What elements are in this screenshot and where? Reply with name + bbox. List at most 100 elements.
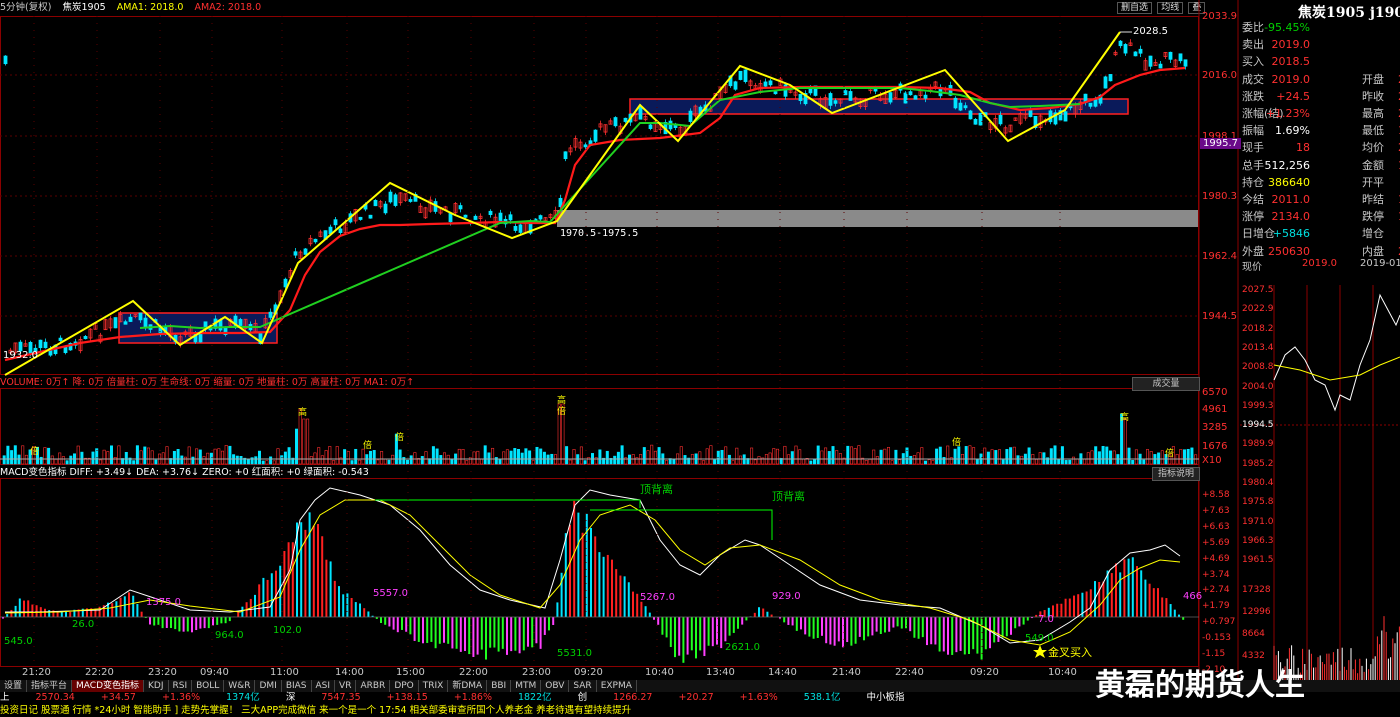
volume-bar (1101, 446, 1105, 465)
volume-bar (380, 451, 384, 465)
news-text[interactable]: 投资日记 股票通 行情 *24小时 智能助手 ] 走势先掌握！ 三大APP完成微… (0, 705, 631, 716)
macd-area-label: 5531.0 (557, 648, 592, 659)
tab-indicator[interactable]: 新DMA (448, 680, 488, 692)
tab-indicator[interactable]: EXPMA (597, 680, 637, 692)
double-volume-tag-4: 倍 (395, 433, 405, 443)
volume-bar (372, 450, 376, 465)
candle-body (1158, 63, 1163, 69)
divergence-line-2 (590, 509, 773, 540)
candle-body (1148, 55, 1153, 67)
volume-button[interactable]: 成交量 (1132, 377, 1200, 391)
macd-axis-label: +8.58 (1202, 490, 1230, 500)
candle-body (358, 216, 363, 220)
tab-indicator[interactable]: TRIX (419, 680, 449, 692)
tab-indicator[interactable]: RSI (169, 680, 193, 692)
volume-bar (798, 449, 802, 465)
candle-body (283, 278, 288, 288)
volume-bar (357, 459, 361, 465)
candle-body (613, 117, 618, 127)
candle-body (458, 205, 463, 210)
double-volume-tag-6: 倍 (1165, 449, 1175, 459)
candle-body (313, 238, 318, 243)
price-axis-5: 1944.5 (1202, 311, 1237, 322)
volume-bar (376, 459, 380, 465)
quote-value: 2019.0 (1271, 72, 1311, 86)
volume-bar (1035, 459, 1039, 465)
mini-avg-line (1273, 356, 1400, 381)
tab-indicator[interactable]: ARBR (356, 680, 391, 692)
candle-body (473, 215, 478, 220)
quote-value: 18 (1296, 141, 1310, 155)
volume-bar (143, 446, 147, 465)
volume-bar (679, 446, 683, 465)
volume-bar (964, 446, 968, 465)
candle-body (623, 117, 628, 122)
volume-bar (180, 455, 184, 465)
gap-annotation: 1970.5-1975.5 (560, 228, 639, 239)
quote-value: 2018.5 (1271, 55, 1311, 69)
quote-value: 2019.0 (1271, 38, 1311, 52)
volume-bar (502, 451, 506, 465)
volume-bar (494, 457, 498, 465)
candle-body (958, 102, 963, 111)
quote-value: +5846 (1272, 227, 1310, 241)
volume-bar (587, 457, 591, 465)
now-price-value: 2019.0 (1302, 258, 1337, 269)
kline-chart[interactable] (0, 0, 1240, 680)
volume-bar (117, 445, 121, 465)
volume-bar (664, 460, 668, 465)
tab-indicator[interactable]: MACD变色指标 (72, 680, 145, 692)
tab-indicator[interactable]: SAR (569, 680, 597, 692)
now-date: 2019-01- (1360, 258, 1400, 269)
tab-indicator[interactable]: W&R (224, 680, 256, 692)
time-axis-label: 22:40 (895, 667, 924, 678)
tab-indicator[interactable]: 指标平台 (27, 680, 73, 692)
tab-indicator[interactable]: VR (335, 680, 357, 692)
candle-body (143, 317, 148, 328)
volume-bar (912, 455, 916, 465)
volume-bar (324, 450, 328, 465)
candle-body (1093, 99, 1098, 107)
tab-indicator[interactable]: BOLL (192, 680, 225, 692)
volume-bar (391, 454, 395, 465)
macd-area-label: 466 (1183, 591, 1203, 602)
volume-bar (1075, 458, 1079, 465)
volume-bar (257, 450, 261, 465)
volume-bar (824, 447, 828, 465)
gold-cross-label: 金叉买入 (1048, 646, 1092, 659)
tab-indicator[interactable]: OBV (541, 680, 570, 692)
tab-indicator[interactable]: BIAS (282, 680, 312, 692)
volume-bar (320, 455, 324, 465)
tab-indicator[interactable]: DMI (255, 680, 282, 692)
tab-indicator[interactable]: ASI (312, 680, 336, 692)
price-axis-3: 1980.3 (1202, 191, 1237, 202)
quote-value: +24.5 (1276, 89, 1310, 103)
tab-indicator[interactable]: BBI (487, 680, 512, 692)
tab-indicator[interactable]: DPO (390, 680, 419, 692)
volume-bar (184, 456, 188, 465)
time-axis-label: 09:40 (200, 667, 229, 678)
mini-axis-label: 1980.4 (1242, 478, 1274, 488)
volume-bar (420, 456, 424, 465)
tab-indicator[interactable]: MTM (511, 680, 542, 692)
quote-label: 买入 (1242, 55, 1264, 69)
volume-bar (1190, 447, 1194, 465)
candle-body (1138, 48, 1143, 54)
candle-body (768, 80, 773, 86)
status-item: 创 (577, 692, 588, 703)
volume-bar (750, 447, 754, 465)
volume-bar (864, 460, 868, 465)
tab-indicator[interactable]: KDJ (144, 680, 169, 692)
volume-bar (132, 460, 136, 465)
volume-bar (783, 445, 787, 465)
volume-bar (683, 455, 687, 465)
quote-label-2: 最低 (1362, 124, 1384, 138)
quote-label-2: 金额 (1362, 158, 1384, 172)
tab-indicator[interactable]: 设置 (0, 680, 28, 692)
volume-bar (1005, 449, 1009, 465)
candle-body (3, 55, 8, 65)
volume-bar (283, 451, 287, 465)
volume-bar (387, 459, 391, 465)
macd-axis-label: +1.79 (1202, 601, 1230, 612)
indicator-help-button[interactable]: 指标说明 (1152, 467, 1200, 481)
